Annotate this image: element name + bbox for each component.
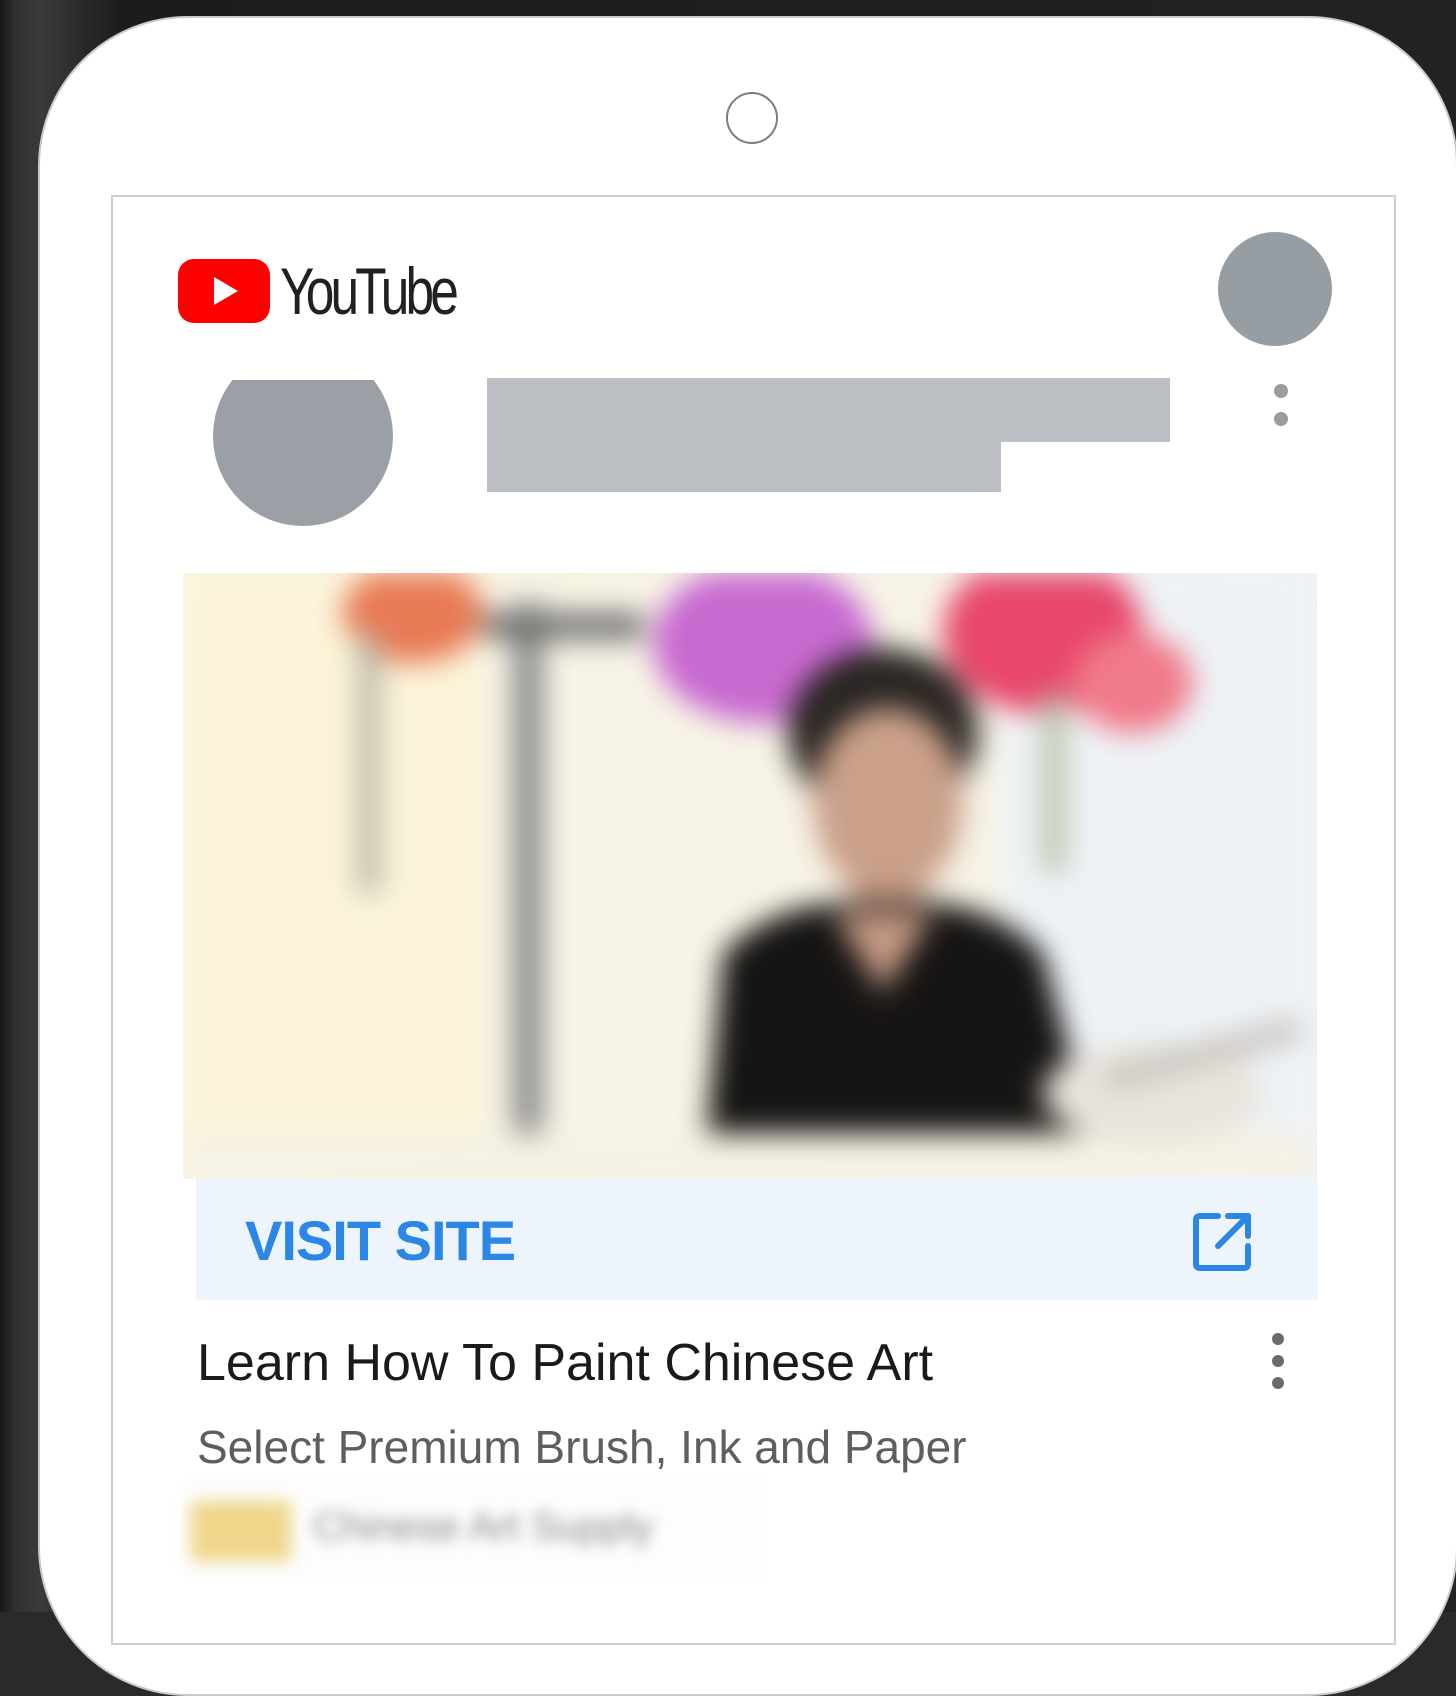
visit-site-label: VISIT SITE — [245, 1209, 516, 1272]
logo-wordmark: YouTube — [280, 254, 459, 328]
more-vert-icon[interactable] — [1270, 384, 1294, 432]
advertiser-row[interactable]: Chinese Art Supply — [183, 1477, 767, 1577]
front-camera — [726, 92, 778, 144]
play-icon — [178, 259, 270, 323]
advertiser-name: Chinese Art Supply — [313, 1505, 654, 1549]
ad-subline-placeholder — [487, 442, 1001, 492]
ad-title[interactable]: Learn How To Paint Chinese Art — [197, 1333, 933, 1393]
external-link-icon — [1192, 1210, 1254, 1272]
video-frame-image — [183, 573, 1317, 1179]
ad-badge — [191, 1501, 291, 1561]
ad-description: Select Premium Brush, Ink and Paper — [197, 1421, 967, 1473]
visit-site-button[interactable]: VISIT SITE — [196, 1178, 1318, 1300]
video-thumbnail[interactable] — [183, 573, 1317, 1179]
more-vert-icon[interactable] — [1266, 1333, 1290, 1391]
ad-headline-placeholder — [487, 378, 1170, 442]
youtube-logo[interactable]: YouTube — [178, 254, 488, 328]
account-avatar[interactable] — [1218, 232, 1332, 346]
